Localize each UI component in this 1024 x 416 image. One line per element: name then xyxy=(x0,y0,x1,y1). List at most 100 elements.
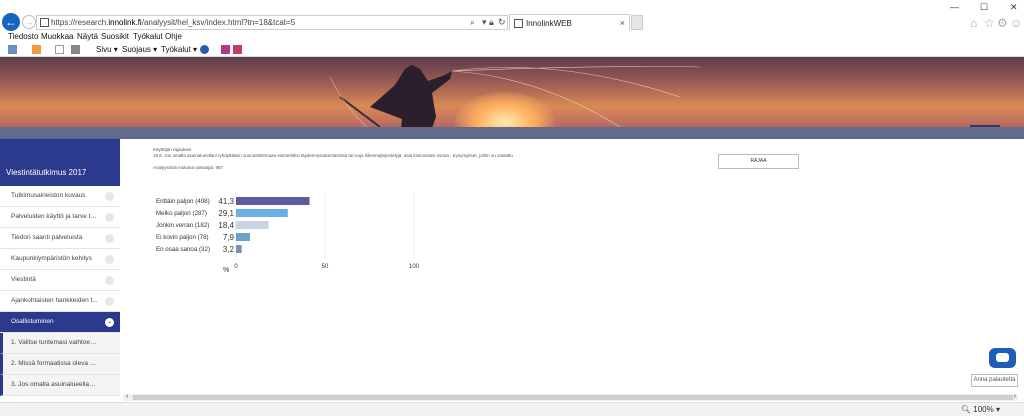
addon-icon[interactable] xyxy=(233,45,242,54)
menu-edit[interactable]: Muokkaa xyxy=(41,32,73,41)
menu-view[interactable]: Näytä xyxy=(77,32,98,41)
url-rest: /analyysit/hel_ksv/index.html?tn=18&tcat… xyxy=(141,18,296,27)
new-tab-button[interactable] xyxy=(631,15,643,30)
bar xyxy=(236,221,269,229)
browser-titlebar: ← → https://research.innolink.fi/analyys… xyxy=(0,0,1024,32)
sidebar-subitem-3[interactable]: 3. Jos omalla asuinalueellani ryhdyt... xyxy=(0,375,120,396)
url-text[interactable]: https://research.innolink.fi/analyysit/h… xyxy=(51,18,295,27)
onenote-icon[interactable] xyxy=(221,45,230,54)
home-cmd-icon[interactable] xyxy=(8,45,17,54)
status-bar: 🔍︎ 100% ▾ xyxy=(0,402,1024,416)
value-label: 7,9 xyxy=(223,233,235,242)
tab-title: InnolinkWEB xyxy=(526,19,572,28)
address-bar[interactable]: https://research.innolink.fi/analyysit/h… xyxy=(36,15,508,30)
filter-label: Käyttäjän rajaukset xyxy=(153,147,192,152)
home-icon[interactable]: ⌂ xyxy=(970,16,977,30)
zoom-level[interactable]: 🔍︎ 100% ▾ xyxy=(961,405,1000,414)
circle-icon xyxy=(105,213,114,222)
circle-icon xyxy=(105,297,114,306)
lock-icon[interactable]: 🔒︎ xyxy=(489,17,494,28)
feedback-button[interactable]: Anna palautetta xyxy=(971,374,1018,387)
menu-bar: Tiedosto Muokkaa Näytä Suosikit Työkalut… xyxy=(0,32,1024,43)
sidebar-item-label: Palveluiden käyttö ja tarve tu... xyxy=(11,213,99,220)
menu-file[interactable]: Tiedosto xyxy=(8,32,38,41)
chevron-down-icon: ⌄ xyxy=(105,318,114,327)
chat-button[interactable] xyxy=(989,348,1016,368)
sidebar-item-osallistuminen[interactable]: Osallistuminen ⌄ xyxy=(0,312,120,333)
sidebar-item-kaupunkiymparisto[interactable]: Kaupunkiympäristön kehitys xyxy=(0,249,120,270)
tab-close-icon[interactable]: × xyxy=(620,18,625,28)
x-tick-label: 0 xyxy=(234,264,238,270)
category-label: Jonkin verran (182) xyxy=(156,222,209,229)
sidebar-title: Viestintätutkimus 2017 xyxy=(0,139,120,186)
dropdown-icon[interactable]: ▾ xyxy=(482,17,487,28)
sidebar-subitem-1[interactable]: 1. Valitse tuntemasi vaihtoehdot. xyxy=(0,333,120,354)
refresh-icon[interactable]: ↻ xyxy=(498,17,506,28)
url-prefix: https://research. xyxy=(51,18,109,27)
page-menu[interactable]: Sivu ▾ xyxy=(96,45,118,54)
star-icon[interactable]: ☆ xyxy=(984,16,995,30)
circle-icon xyxy=(105,234,114,243)
header-banner-image xyxy=(0,57,1024,139)
page-menu-label: Sivu xyxy=(96,45,112,54)
scroll-left-icon[interactable]: ‹ xyxy=(126,393,128,400)
back-button[interactable]: ← xyxy=(2,13,20,31)
respondent-count: Analyysissä mukana vastaajia: 987 xyxy=(153,165,224,170)
close-window-icon[interactable]: ✕ xyxy=(1010,2,1018,13)
sidebar-item-label: Tiedon saanti palveluista xyxy=(11,234,83,241)
x-tick-label: 100 xyxy=(409,264,420,270)
sidebar-item-hankkeet[interactable]: Ajankohtaisten hankkeiden t... xyxy=(0,291,120,312)
circle-icon xyxy=(105,255,114,264)
sidebar-item-label: 3. Jos omalla asuinalueellani ryhdyt... xyxy=(11,381,99,388)
horizon-water xyxy=(0,127,1024,139)
filter-description: 18.8. Jos omalla asuinalueellani ryhdytt… xyxy=(153,153,513,158)
search-icon[interactable]: ⌕ xyxy=(470,17,475,28)
tab-page-icon xyxy=(514,19,523,28)
sidebar-item-tiedonsaanti[interactable]: Tiedon saanti palveluista xyxy=(0,228,120,249)
sidebar-item-label: Ajankohtaisten hankkeiden t... xyxy=(11,297,98,304)
chat-bubble-icon xyxy=(996,353,1009,362)
value-label: 3,2 xyxy=(223,245,235,254)
safety-menu[interactable]: Suojaus ▾ xyxy=(122,45,157,54)
tools-menu-label: Työkalut xyxy=(161,45,191,54)
tools-menu[interactable]: Työkalut ▾ xyxy=(161,45,197,54)
browser-tab[interactable]: InnolinkWEB × xyxy=(509,14,630,31)
forward-button[interactable]: → xyxy=(22,15,36,29)
sidebar-item-label: Viestintä xyxy=(11,276,36,283)
bar xyxy=(236,245,242,253)
print-icon[interactable] xyxy=(71,45,80,54)
maximize-icon[interactable]: ☐ xyxy=(980,2,988,13)
sidebar-item-label: 1. Valitse tuntemasi vaihtoehdot. xyxy=(11,339,99,346)
bar xyxy=(236,233,251,241)
value-label: 18,4 xyxy=(218,221,234,230)
sidebar-item-viestinta[interactable]: Viestintä xyxy=(0,270,120,291)
horizontal-scrollbar[interactable]: ‹ › xyxy=(123,393,1018,401)
menu-tools[interactable]: Työkalut xyxy=(133,32,163,41)
restrict-button[interactable]: RAJAA xyxy=(718,154,799,169)
sidebar-item-palvelut[interactable]: Palveluiden käyttö ja tarve tu... xyxy=(0,207,120,228)
menu-help[interactable]: Ohje xyxy=(165,32,182,41)
sidebar-subitem-2[interactable]: 2. Missä formaatissa oleva viesti mi... xyxy=(0,354,120,375)
category-label: Ei kovin paljon (78) xyxy=(156,234,209,241)
x-axis-label: % xyxy=(223,267,229,274)
smiley-icon[interactable]: ☺ xyxy=(1010,16,1022,30)
bar-chart: 0 50 100 Erittäin paljon (408) 41,3 Melko pal… xyxy=(156,192,420,274)
scroll-right-icon[interactable]: › xyxy=(1014,393,1016,400)
category-label: Erittäin paljon (408) xyxy=(156,198,210,205)
sidebar-item-label: Tutkimusaineiston kuvaus xyxy=(11,192,86,199)
zoom-icon: 🔍︎ xyxy=(960,405,972,414)
rss-icon[interactable] xyxy=(32,45,41,54)
safety-menu-label: Suojaus xyxy=(122,45,151,54)
minimize-icon[interactable]: — xyxy=(950,2,959,12)
bar xyxy=(236,209,288,217)
sidebar-item-aineisto[interactable]: Tutkimusaineiston kuvaus xyxy=(0,186,120,207)
mail-icon[interactable] xyxy=(55,45,64,54)
scrollbar-thumb[interactable] xyxy=(133,395,1013,400)
menu-favorites[interactable]: Suosikit xyxy=(101,32,129,41)
gear-icon[interactable]: ⚙ xyxy=(997,16,1008,30)
sidebar-item-label: Kaupunkiympäristön kehitys xyxy=(11,255,92,262)
zoom-value: 100% xyxy=(973,405,994,414)
sidebar-nav: Viestintätutkimus 2017 Tutkimusaineiston… xyxy=(0,139,120,396)
page-icon xyxy=(40,18,49,27)
help-icon[interactable] xyxy=(200,45,209,54)
